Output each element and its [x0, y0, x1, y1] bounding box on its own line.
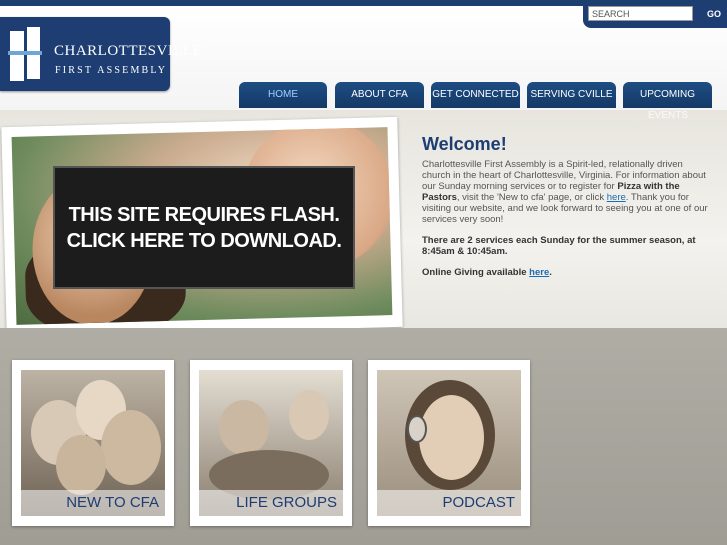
welcome-text: Charlottesville First Assembly is a Spir… [422, 159, 712, 288]
nav-upcoming[interactable]: UPCOMING [623, 82, 712, 108]
photo-shape [219, 400, 269, 455]
headphones-icon [407, 415, 427, 443]
welcome-paragraph-2: There are 2 services each Sunday for the… [422, 235, 712, 257]
card-podcast[interactable]: PODCAST [368, 360, 530, 526]
logo-subtitle: FIRST ASSEMBLY [55, 65, 168, 76]
welcome-paragraph-3: Online Giving available here. [422, 267, 712, 278]
online-giving-period: . [549, 267, 552, 278]
nav-home[interactable]: HOME [239, 82, 327, 108]
nav-about-cfa[interactable]: ABOUT CFA [335, 82, 424, 108]
online-giving-text: Online Giving available [422, 267, 530, 278]
search-input[interactable] [588, 6, 693, 21]
card-label: NEW TO CFA [21, 490, 165, 516]
services-times-text: There are 2 services each Sunday for the… [422, 235, 696, 257]
card-label: PODCAST [377, 490, 521, 516]
flash-line-2: CLICK HERE TO DOWNLOAD. [66, 229, 342, 252]
flash-download-banner[interactable]: THIS SITE REQUIRES FLASH. CLICK HERE TO … [53, 166, 355, 289]
search-go-button[interactable]: GO [701, 6, 723, 22]
logo-name: CHARLOTTESVILLE [54, 43, 203, 59]
nav-get-connected[interactable]: GET CONNECTED [431, 82, 520, 108]
nav-upcoming-overflow-text: EVENTS [648, 110, 689, 121]
card-label: LIFE GROUPS [199, 490, 343, 516]
search-area: GO [583, 4, 727, 28]
flash-line-1: THIS SITE REQUIRES FLASH. [68, 203, 340, 226]
online-giving-link[interactable]: here [529, 267, 549, 278]
card-podcast-image: PODCAST [377, 370, 521, 516]
welcome-paragraph-1: Charlottesville First Assembly is a Spir… [422, 159, 712, 225]
welcome-p1-text-b: , visit the 'New to cfa' page, or click [456, 192, 607, 203]
photo-shape [56, 435, 106, 495]
photo-shape [101, 410, 161, 485]
nav-serving-cville[interactable]: SERVING CVILLE [527, 82, 616, 108]
card-new-to-cfa[interactable]: NEW TO CFA [12, 360, 174, 526]
logo-window-icon [8, 27, 42, 81]
welcome-title: Welcome! [422, 134, 507, 154]
card-life-groups-image: LIFE GROUPS [199, 370, 343, 516]
card-new-to-cfa-image: NEW TO CFA [21, 370, 165, 516]
card-life-groups[interactable]: LIFE GROUPS [190, 360, 352, 526]
photo-shape [289, 390, 329, 440]
photo-face-shape [419, 395, 484, 480]
welcome-here-link[interactable]: here [607, 192, 626, 203]
site-logo[interactable]: CHARLOTTESVILLE FIRST ASSEMBLY [0, 17, 202, 91]
